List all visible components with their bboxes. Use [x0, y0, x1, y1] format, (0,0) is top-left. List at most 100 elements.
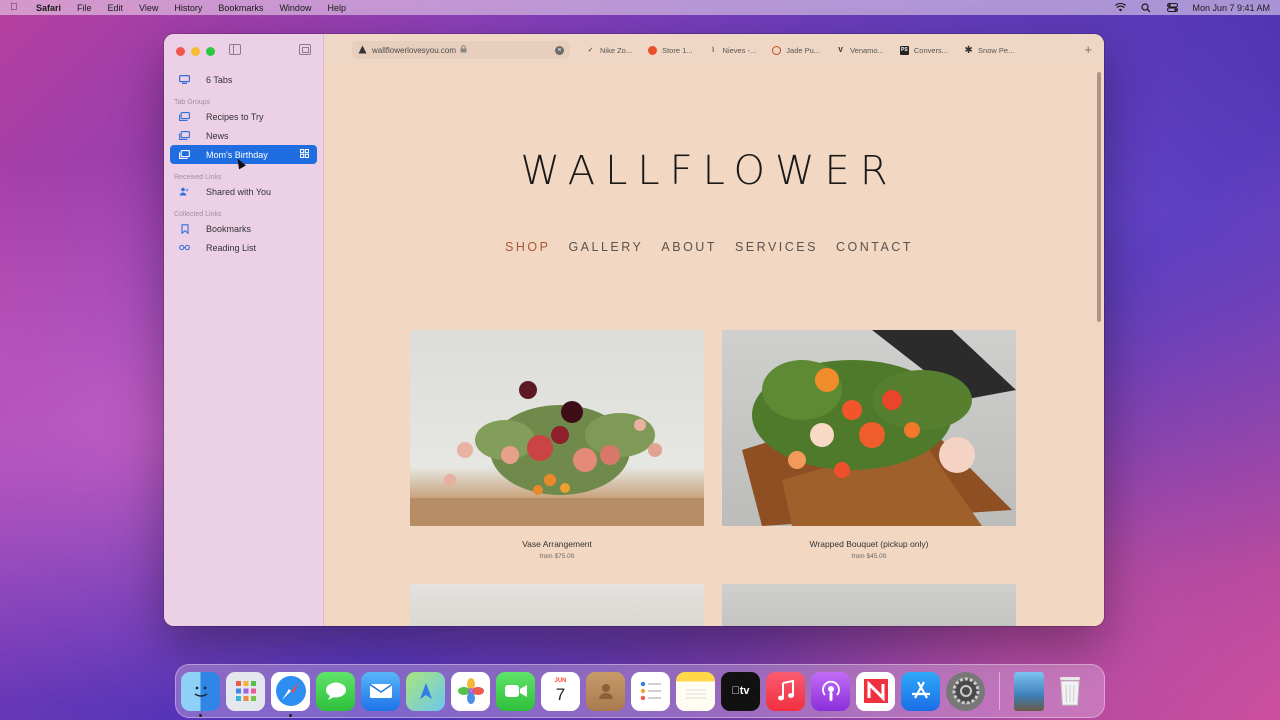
- minimize-window-button[interactable]: [191, 47, 200, 56]
- control-center-icon[interactable]: [1166, 3, 1178, 13]
- sidebar-item-recipes-to-try[interactable]: Recipes to Try: [170, 107, 317, 126]
- snow-peak-favicon-icon: ✱: [964, 44, 973, 56]
- sidebar-item-all-tabs[interactable]: 6 Tabs: [170, 70, 317, 89]
- sidebar-item-bookmarks[interactable]: Bookmarks: [170, 219, 317, 238]
- menu-help[interactable]: Help: [327, 3, 346, 13]
- tab-groups-header: Tab Groups: [174, 99, 211, 106]
- product-card[interactable]: Wrapped Bouquet (pickup only) from $45.0…: [722, 330, 1016, 560]
- tab-3[interactable]: ⌇ Nieves -...: [709, 46, 756, 55]
- apple-menu-icon[interactable]: : [10, 2, 24, 13]
- product-card[interactable]: Vase Arrangement from $75.00: [410, 330, 704, 560]
- received-links-header: Received Links: [174, 174, 222, 181]
- new-tab-group-icon[interactable]: [299, 44, 311, 55]
- site-nav: SHOP GALLERY ABOUT SERVICES CONTACT: [324, 240, 1094, 254]
- product-price: from $45.00: [851, 553, 887, 560]
- tab-label: Nike Zo...: [600, 45, 633, 55]
- nieves-favicon-icon: ⌇: [711, 47, 715, 54]
- tab-6[interactable]: PS Convers...: [899, 45, 949, 55]
- sidebar-item-news[interactable]: News: [170, 126, 317, 145]
- wifi-icon[interactable]: [1114, 3, 1126, 13]
- sidebar-item-shared-with-you[interactable]: Shared with You: [170, 182, 317, 201]
- dock-separator: [999, 672, 1000, 710]
- music-icon[interactable]: [766, 671, 805, 711]
- site-logo[interactable]: WALLFLOWER: [324, 148, 1094, 194]
- menu-window[interactable]: Window: [279, 3, 311, 13]
- tab-overview-grid-icon[interactable]: [300, 149, 310, 160]
- menu-clock[interactable]: Mon Jun 7 9:41 AM: [1192, 3, 1270, 13]
- web-content: WALLFLOWER SHOP GALLERY ABOUT SERVICES C…: [324, 66, 1104, 626]
- tab-label: Snow Pe...: [978, 45, 1015, 55]
- sidebar: 6 Tabs Tab Groups Recipes to Try News Mo…: [164, 34, 324, 626]
- tab-label: Store 1...: [662, 45, 693, 55]
- close-window-button[interactable]: [176, 47, 185, 56]
- menu-edit[interactable]: Edit: [108, 3, 124, 13]
- menu-app-safari[interactable]: Safari: [36, 3, 61, 13]
- product-grid-row-2: [410, 584, 1016, 626]
- calendar-day: 7: [555, 685, 566, 704]
- nav-contact[interactable]: CONTACT: [836, 240, 913, 254]
- product-name[interactable]: Vase Arrangement: [410, 539, 704, 549]
- menu-bookmarks[interactable]: Bookmarks: [218, 3, 263, 13]
- tab-7[interactable]: ✱ Snow Pe...: [964, 44, 1015, 56]
- calendar-month: JUN: [554, 678, 567, 684]
- tab-label: Convers...: [913, 45, 949, 55]
- podcasts-icon[interactable]: [811, 671, 850, 711]
- tab-1[interactable]: ✓ Nike Zo...: [586, 45, 633, 55]
- people-icon: [179, 187, 190, 196]
- product-image[interactable]: [410, 584, 704, 626]
- close-tab-icon[interactable]: ×: [555, 45, 564, 55]
- messages-icon[interactable]: [316, 671, 355, 711]
- vase-arrangement-image[interactable]: [410, 330, 704, 526]
- app-store-icon[interactable]: [901, 671, 940, 711]
- nav-shop[interactable]: SHOP: [505, 240, 550, 254]
- product-name[interactable]: Wrapped Bouquet (pickup only): [722, 539, 1016, 549]
- converse-favicon-icon: PS: [899, 45, 909, 55]
- spotlight-search-icon[interactable]: [1140, 2, 1152, 13]
- sidebar-item-label: Shared with You: [206, 186, 272, 197]
- new-tab-plus-icon[interactable]: +: [1084, 42, 1092, 57]
- apple-tv-glyph: tv: [731, 685, 749, 697]
- product-image[interactable]: [722, 584, 1016, 626]
- lock-icon: [460, 45, 467, 55]
- tab-5[interactable]: V Venamo...: [836, 46, 884, 55]
- menu-file[interactable]: File: [77, 3, 92, 13]
- facetime-icon[interactable]: [496, 671, 535, 711]
- calendar-icon[interactable]: JUN 7: [541, 671, 580, 711]
- photos-icon[interactable]: [451, 671, 490, 711]
- nav-gallery[interactable]: GALLERY: [568, 240, 643, 254]
- scrollbar[interactable]: [1097, 72, 1101, 322]
- dock: JUN 7 tv: [175, 664, 1105, 718]
- finder-icon[interactable]: [181, 671, 220, 717]
- sidebar-item-label: News: [206, 130, 229, 141]
- sidebar-item-reading-list[interactable]: Reading List: [170, 238, 317, 257]
- menu-view[interactable]: View: [139, 3, 158, 13]
- wrapped-bouquet-image[interactable]: [722, 330, 1016, 526]
- tab-bar: wallflowerlovesyou.com × ✓ Nike Zo... St…: [324, 34, 1104, 66]
- tab-group-icon: [179, 150, 190, 159]
- trash-icon[interactable]: [1050, 672, 1089, 711]
- launchpad-icon[interactable]: [226, 671, 265, 711]
- nav-about[interactable]: ABOUT: [661, 240, 717, 254]
- apple-tv-icon[interactable]: tv: [721, 671, 760, 711]
- desktop-folder-icon[interactable]: [1014, 671, 1044, 711]
- zoom-window-button[interactable]: [206, 47, 215, 56]
- tab-4[interactable]: Jade Pu...: [772, 45, 820, 55]
- tab-2[interactable]: Store 1...: [648, 45, 693, 55]
- menu-history[interactable]: History: [174, 3, 202, 13]
- sidebar-item-label: Reading List: [206, 242, 257, 253]
- store-favicon-icon: [648, 45, 658, 55]
- safari-icon[interactable]: [271, 671, 310, 717]
- sidebar-toggle-icon[interactable]: [229, 44, 241, 55]
- notes-icon[interactable]: [676, 671, 715, 711]
- jade-favicon-icon: [772, 45, 782, 55]
- news-icon[interactable]: [856, 671, 895, 711]
- address-bar[interactable]: wallflowerlovesyou.com ×: [352, 41, 570, 59]
- contacts-icon[interactable]: [586, 671, 625, 711]
- maps-icon[interactable]: [406, 671, 445, 711]
- monitor-icon: [179, 75, 190, 84]
- tab-label: Venamo...: [850, 45, 884, 55]
- reminders-icon[interactable]: [631, 671, 670, 711]
- nav-services[interactable]: SERVICES: [735, 240, 818, 254]
- system-preferences-gear-icon[interactable]: [946, 671, 985, 711]
- mail-icon[interactable]: [361, 671, 400, 711]
